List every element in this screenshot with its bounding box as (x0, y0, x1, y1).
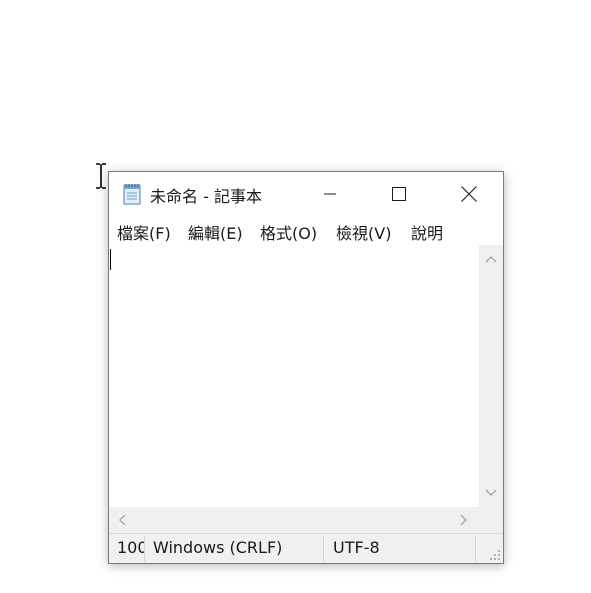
notepad-icon (121, 182, 143, 206)
status-bar: 100% Windows (CRLF) UTF-8 (109, 533, 503, 563)
status-divider (144, 536, 145, 562)
resize-grip-icon[interactable] (489, 549, 501, 561)
minimize-button[interactable] (307, 172, 353, 216)
notepad-window: 未命名 - 記事本 檔案(F) 編輯(E) 格式(O) 檢視(V) 說明 100… (108, 171, 504, 564)
minimize-icon (324, 193, 336, 195)
maximize-icon (392, 187, 406, 201)
close-icon (461, 186, 477, 202)
title-bar[interactable]: 未命名 - 記事本 (109, 172, 503, 216)
horizontal-scrollbar[interactable] (109, 507, 479, 533)
encoding: UTF-8 (333, 538, 380, 557)
scroll-right-icon[interactable] (460, 514, 468, 526)
status-divider (323, 536, 324, 562)
menu-file[interactable]: 檔案(F) (117, 219, 171, 245)
close-button[interactable] (446, 172, 492, 216)
window-title: 未命名 - 記事本 (150, 187, 262, 206)
vertical-scrollbar[interactable] (479, 245, 503, 507)
scroll-down-icon[interactable] (485, 489, 497, 497)
menu-format[interactable]: 格式(O) (260, 219, 317, 245)
text-editor[interactable] (109, 245, 479, 507)
maximize-button[interactable] (376, 172, 422, 216)
text-cursor-icon (96, 163, 106, 189)
scroll-left-icon[interactable] (118, 514, 126, 526)
scrollbar-corner (479, 507, 503, 533)
zoom-level: 100% (117, 538, 144, 557)
scroll-up-icon[interactable] (485, 255, 497, 263)
menu-view[interactable]: 檢視(V) (336, 219, 391, 245)
menu-bar: 檔案(F) 編輯(E) 格式(O) 檢視(V) 說明 (109, 216, 503, 244)
status-divider (475, 536, 476, 562)
desktop: 未命名 - 記事本 檔案(F) 編輯(E) 格式(O) 檢視(V) 說明 100… (0, 0, 591, 593)
menu-help[interactable]: 說明 (411, 219, 443, 245)
line-ending: Windows (CRLF) (153, 538, 283, 557)
text-caret (110, 249, 111, 270)
menu-edit[interactable]: 編輯(E) (188, 219, 243, 245)
